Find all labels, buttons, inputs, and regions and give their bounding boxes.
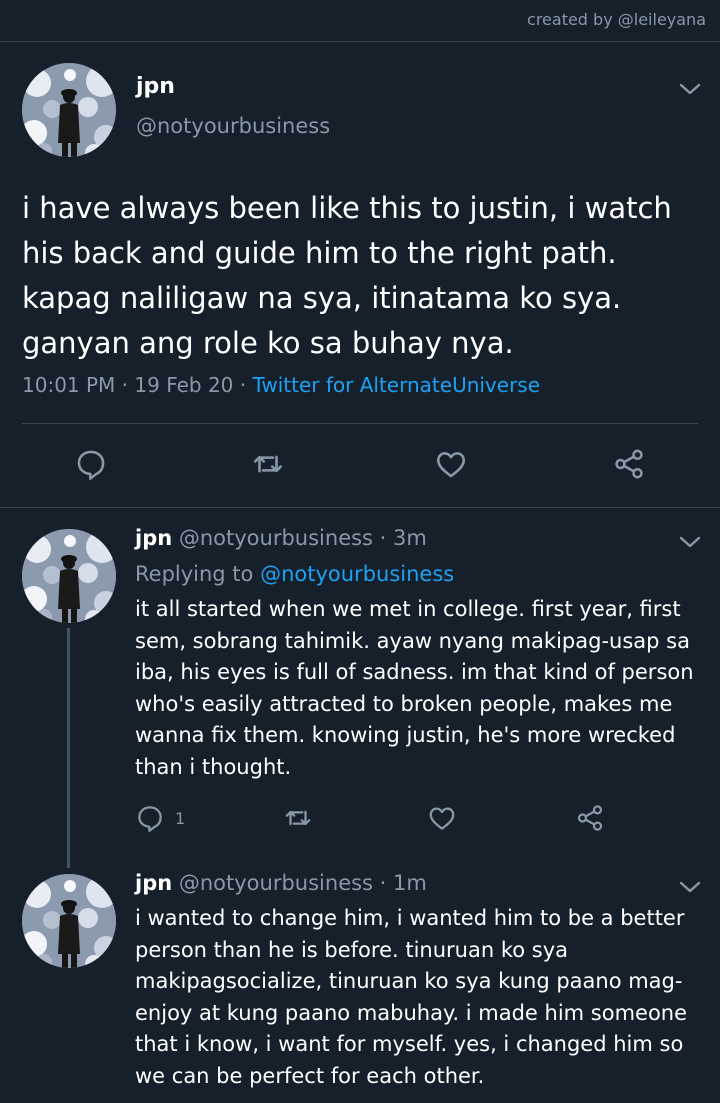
tweet-timestamp: 10:01 PM · 19 Feb 20 ·: [22, 373, 253, 397]
retweet-button[interactable]: [283, 803, 313, 833]
share-button[interactable]: [575, 803, 605, 833]
credit-text: created by @leileyana: [527, 10, 706, 29]
divider: [0, 507, 720, 508]
reply-count: 1: [175, 808, 186, 828]
avatar[interactable]: [22, 63, 116, 157]
author-handle[interactable]: @notyourbusiness: [136, 114, 330, 138]
like-button[interactable]: [434, 447, 468, 481]
replying-to-handle[interactable]: @notyourbusiness: [260, 562, 454, 586]
share-icon: [575, 803, 605, 833]
reply-author-name[interactable]: jpn: [135, 871, 172, 895]
author-name[interactable]: jpn: [136, 74, 175, 99]
reply-handle-time[interactable]: @notyourbusiness · 3m: [172, 526, 427, 550]
retweet-icon: [251, 447, 285, 481]
avatar[interactable]: [22, 529, 116, 623]
credit-bar: created by @leileyana: [0, 0, 720, 42]
share-icon: [612, 447, 646, 481]
reply-icon: [135, 803, 165, 833]
replying-to-label: Replying to: [135, 562, 261, 586]
chevron-down-icon[interactable]: [679, 880, 701, 894]
share-button[interactable]: [612, 447, 646, 481]
chevron-down-icon[interactable]: [679, 535, 701, 549]
reply-button[interactable]: 1: [135, 803, 185, 833]
like-button[interactable]: [427, 803, 457, 833]
reply-button[interactable]: [74, 447, 108, 481]
reply-header: jpn @notyourbusiness · 1m: [135, 871, 427, 895]
tweet-source-link[interactable]: Twitter for AlternateUniverse: [252, 373, 540, 397]
reply-text: it all started when we met in college. f…: [135, 597, 694, 779]
replying-to: Replying to @notyourbusiness: [135, 562, 454, 586]
reply-text: i wanted to change him, i wanted him to …: [135, 906, 688, 1088]
tweet-text: i have always been like this to justin, …: [22, 191, 672, 360]
avatar[interactable]: [22, 874, 116, 968]
tweet-meta: 10:01 PM · 19 Feb 20 · Twitter for Alter…: [22, 373, 540, 397]
thread-line: [67, 628, 70, 868]
divider: [22, 423, 698, 424]
like-icon: [434, 447, 468, 481]
like-icon: [427, 803, 457, 833]
retweet-icon: [283, 803, 313, 833]
reply-author-name[interactable]: jpn: [135, 526, 172, 550]
reply-icon: [74, 447, 108, 481]
retweet-button[interactable]: [251, 447, 285, 481]
reply-header: jpn @notyourbusiness · 3m: [135, 526, 427, 550]
chevron-down-icon[interactable]: [679, 82, 701, 96]
reply-handle-time[interactable]: @notyourbusiness · 1m: [172, 871, 427, 895]
